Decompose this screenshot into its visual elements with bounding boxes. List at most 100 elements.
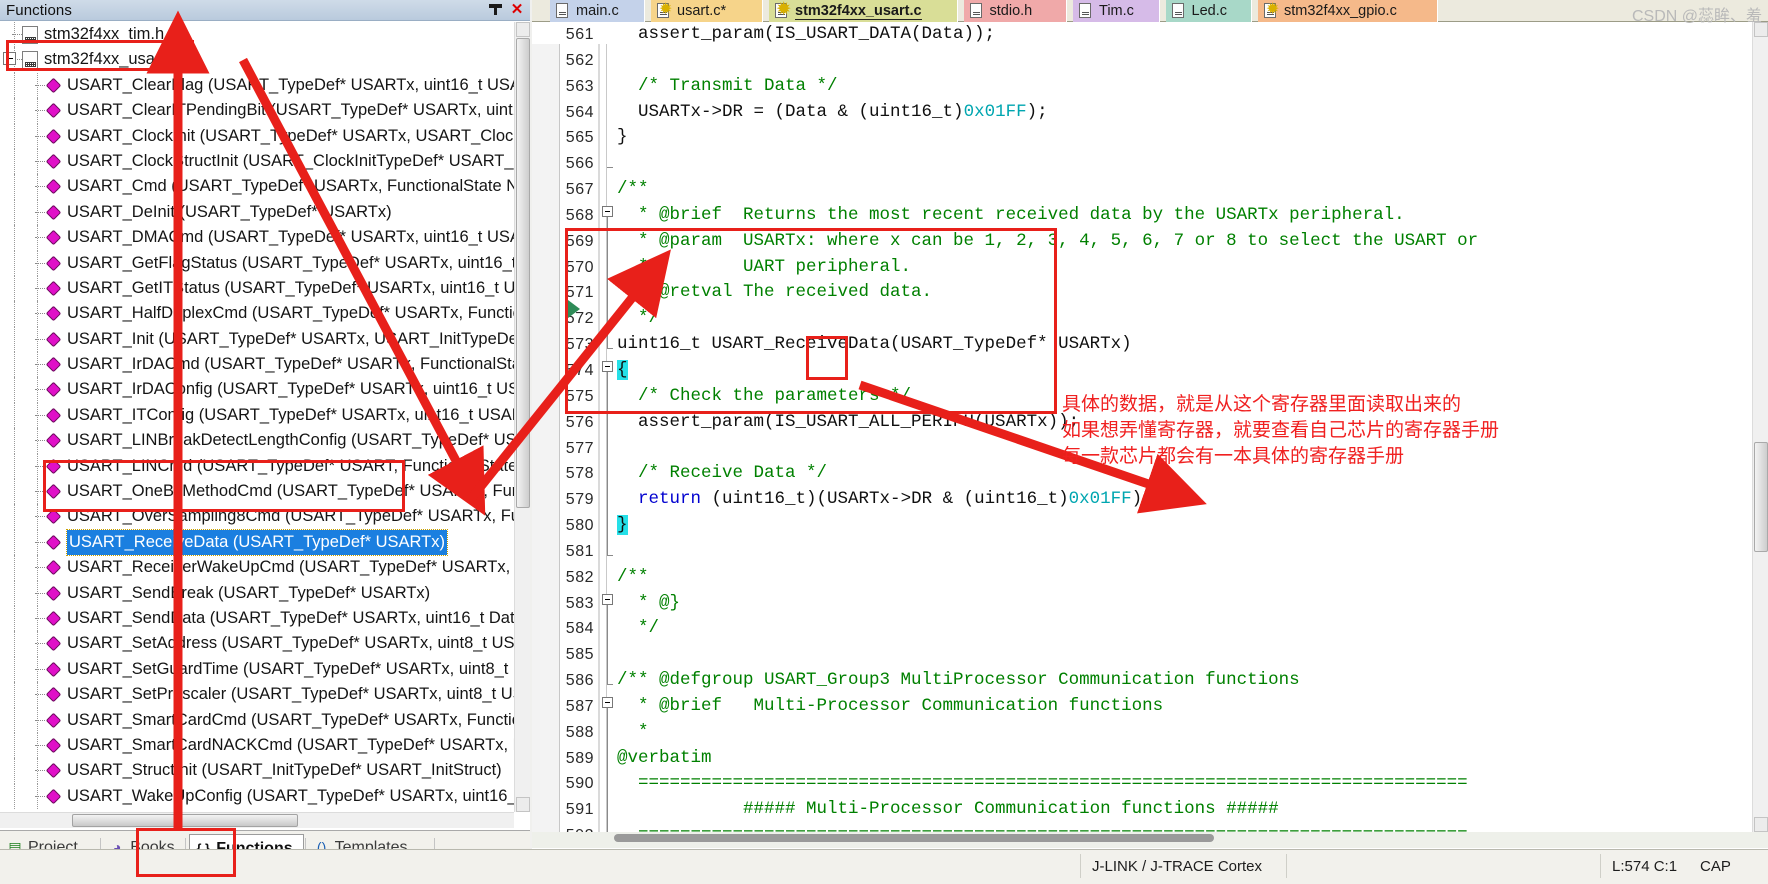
- code-line[interactable]: 575 /* Check the parameters */: [532, 384, 1768, 410]
- code-line[interactable]: 572 */: [532, 306, 1768, 332]
- tree-function-node[interactable]: USART_SmartCardNACKCmd (USART_TypeDef* U…: [0, 732, 514, 759]
- code-line[interactable]: 576 assert_param(IS_USART_ALL_PERIPH(USA…: [532, 410, 1768, 436]
- tree-function-node[interactable]: USART_SendBreak (USART_TypeDef* USARTx): [0, 580, 514, 606]
- tree-guide-dash: [35, 186, 45, 188]
- tree-guide-line: [14, 504, 15, 530]
- editor-tabbar[interactable]: main.c ✹ usart.c* ✹ stm32f4xx_usart.c stdio.h…: [532, 0, 1768, 22]
- fold-toggle-icon[interactable]: [602, 697, 613, 709]
- editor-horizontal-scrollbar[interactable]: [532, 832, 1768, 848]
- function-icon: [45, 636, 62, 652]
- scroll-down-arrow[interactable]: [516, 797, 530, 812]
- close-icon[interactable]: ✕: [508, 2, 526, 19]
- code-line[interactable]: 577: [532, 436, 1768, 462]
- tree-function-node[interactable]: USART_OverSampling8Cmd (USART_TypeDef* U…: [0, 504, 514, 530]
- tree-function-node[interactable]: USART_LINCmd (USART_TypeDef* USART, Func…: [0, 453, 514, 480]
- tree-function-node[interactable]: USART_SetAddress (USART_TypeDef* USARTx,…: [0, 631, 514, 657]
- tree-function-node[interactable]: USART_ClockStructInit (USART_ClockInitTy…: [0, 148, 514, 175]
- tree-function-node[interactable]: USART_GetITStatus (USART_TypeDef* USARTx…: [0, 275, 514, 302]
- code-line[interactable]: 578 /* Receive Data */: [532, 461, 1768, 487]
- tree-function-node[interactable]: USART_ReceiverWakeUpCmd (USART_TypeDef* …: [0, 555, 514, 581]
- code-line[interactable]: 568 * @brief Returns the most recent rec…: [532, 203, 1768, 229]
- code-line[interactable]: 584 */: [532, 616, 1768, 642]
- tree-function-node[interactable]: USART_StructInit (USART_InitTypeDef* USA…: [0, 758, 514, 784]
- editor-scroll-down-arrow[interactable]: [1754, 817, 1768, 832]
- code-line[interactable]: 586 /** @defgroup USART_Group3 MultiProce…: [532, 668, 1768, 694]
- code-line[interactable]: 566: [532, 151, 1768, 177]
- code-line[interactable]: 574 {: [532, 358, 1768, 384]
- tree-function-node[interactable]: USART_LINBreakDetectLengthConfig (USART_…: [0, 428, 514, 454]
- tree-function-node[interactable]: USART_WakeUpConfig (USART_TypeDef* USART…: [0, 783, 514, 810]
- code-line[interactable]: 573 uint16_t USART_ReceiveData(USART_Type…: [532, 332, 1768, 358]
- tree-horizontal-scrollbar[interactable]: [0, 812, 514, 828]
- tree-function-node[interactable]: USART_Init (USART_TypeDef* USARTx, USART…: [0, 326, 514, 353]
- code-line[interactable]: 567 /**: [532, 177, 1768, 203]
- code-line[interactable]: 571 * @retval The received data.: [532, 280, 1768, 306]
- tree-function-node[interactable]: USART_ITConfig (USART_TypeDef* USARTx, u…: [0, 402, 514, 429]
- code-line[interactable]: 562: [532, 48, 1768, 74]
- tree-function-node[interactable]: USART_SendData (USART_TypeDef* USARTx, u…: [0, 605, 514, 632]
- code-line[interactable]: 580}: [532, 513, 1768, 539]
- tree-file-node[interactable]: stm32f4xx_tim.h: [0, 22, 514, 48]
- tree-function-node[interactable]: USART_ClockInit (USART_TypeDef* USARTx, …: [0, 123, 514, 149]
- editor-tab-usartc[interactable]: ✹ usart.c*: [651, 0, 763, 22]
- code-line[interactable]: 592 ====================================…: [532, 823, 1768, 832]
- tree-function-node[interactable]: USART_Cmd (USART_TypeDef* USARTx, Functi…: [0, 174, 514, 200]
- tree-function-node[interactable]: USART_SetPrescaler (USART_TypeDef* USART…: [0, 682, 514, 708]
- code-line[interactable]: 579 return (uint16_t)(USARTx->DR & (uint…: [532, 487, 1768, 513]
- fold-toggle-icon[interactable]: [602, 361, 613, 373]
- code-line[interactable]: 585: [532, 642, 1768, 668]
- code-line[interactable]: 588 *: [532, 720, 1768, 746]
- code-text: @verbatim: [617, 746, 712, 772]
- tree-function-label: USART_DeInit (USART_TypeDef* USARTx): [67, 202, 392, 221]
- scroll-up-arrow[interactable]: [516, 22, 530, 37]
- editor-tab-stdioh[interactable]: stdio.h: [963, 0, 1067, 22]
- editor-tab-stm32f4xxgpioc[interactable]: ✹ stm32f4xx_gpio.c: [1258, 0, 1438, 22]
- editor-tab-mainc[interactable]: main.c: [550, 0, 645, 22]
- code-line[interactable]: 570 * UART peripheral.: [532, 255, 1768, 281]
- code-line[interactable]: 589 @verbatim: [532, 746, 1768, 772]
- tree-function-node[interactable]: USART_HalfDuplexCmd (USART_TypeDef* USAR…: [0, 301, 514, 327]
- code-text: /**: [617, 565, 649, 591]
- editor-tab-stm32f4xxusartc[interactable]: ✹ stm32f4xx_usart.c: [769, 0, 958, 22]
- tree-function-node[interactable]: USART_ClearITPendingBit (USART_TypeDef* …: [0, 98, 514, 124]
- tree-function-node[interactable]: USART_SmartCardCmd (USART_TypeDef* USART…: [0, 707, 514, 733]
- tree-function-node[interactable]: USART_ClearFlag (USART_TypeDef* USARTx, …: [0, 72, 514, 99]
- tree-function-node[interactable]: USART_DeInit (USART_TypeDef* USARTx): [0, 199, 514, 226]
- code-line[interactable]: 569 * @param USARTx: where x can be 1, 2…: [532, 229, 1768, 255]
- tree-function-node[interactable]: USART_OneBitMethodCmd (USART_TypeDef* US…: [0, 479, 514, 505]
- editor-hscroll-thumb[interactable]: [614, 834, 1214, 842]
- tree-function-node[interactable]: USART_DMACmd (USART_TypeDef* USARTx, uin…: [0, 225, 514, 251]
- pin-icon[interactable]: [487, 2, 504, 19]
- tree-vertical-scrollbar[interactable]: [514, 22, 530, 812]
- code-line[interactable]: 587 * @brief Multi-Processor Communicati…: [532, 694, 1768, 720]
- code-view[interactable]: 561 assert_param(IS_USART_DATA(Data)); 56…: [532, 22, 1768, 832]
- tree-scroll-thumb[interactable]: [516, 38, 530, 508]
- code-line[interactable]: 561 assert_param(IS_USART_DATA(Data));: [532, 22, 1768, 48]
- functions-tree[interactable]: stm32f4xx_tim.h stm32f4xx_usart.c USART_Cl…: [0, 22, 514, 812]
- tree-function-node[interactable]: USART_ReceiveData (USART_TypeDef* USARTx…: [0, 528, 514, 557]
- editor-scroll-up-arrow[interactable]: [1754, 22, 1768, 37]
- fold-region-line: [607, 604, 608, 685]
- editor-vertical-scrollbar[interactable]: [1752, 22, 1768, 832]
- tree-hscroll-thumb[interactable]: [72, 814, 298, 827]
- code-line[interactable]: 564 USARTx->DR = (Data & (uint16_t)0x01F…: [532, 100, 1768, 126]
- code-line[interactable]: 581: [532, 539, 1768, 565]
- tree-file-node[interactable]: stm32f4xx_usart.c: [0, 47, 514, 73]
- fold-toggle-icon[interactable]: [602, 593, 613, 605]
- code-line[interactable]: 591 ##### Multi-Processor Communication …: [532, 797, 1768, 823]
- tree-collapse-icon[interactable]: [3, 52, 16, 66]
- code-line[interactable]: 563 /* Transmit Data */: [532, 74, 1768, 100]
- code-line[interactable]: 582 /**: [532, 565, 1768, 591]
- editor-scroll-thumb[interactable]: [1754, 442, 1768, 552]
- fold-toggle-icon[interactable]: [602, 206, 613, 218]
- code-token: assert_param(IS_USART_DATA(Data));: [617, 24, 996, 44]
- tree-function-node[interactable]: USART_SetGuardTime (USART_TypeDef* USART…: [0, 656, 514, 683]
- tree-function-node[interactable]: USART_IrDAConfig (USART_TypeDef* USARTx,…: [0, 377, 514, 403]
- code-line[interactable]: 565}: [532, 125, 1768, 151]
- code-line[interactable]: 590 ====================================…: [532, 771, 1768, 797]
- tree-function-node[interactable]: USART_IrDACmd (USART_TypeDef* USARTx, Fu…: [0, 352, 514, 378]
- editor-tab-ledc[interactable]: Led.c: [1165, 0, 1252, 22]
- tree-function-node[interactable]: USART_GetFlagStatus (USART_TypeDef* USAR…: [0, 250, 514, 276]
- code-line[interactable]: 583 * @}: [532, 591, 1768, 617]
- editor-tab-timc[interactable]: Tim.c: [1073, 0, 1160, 22]
